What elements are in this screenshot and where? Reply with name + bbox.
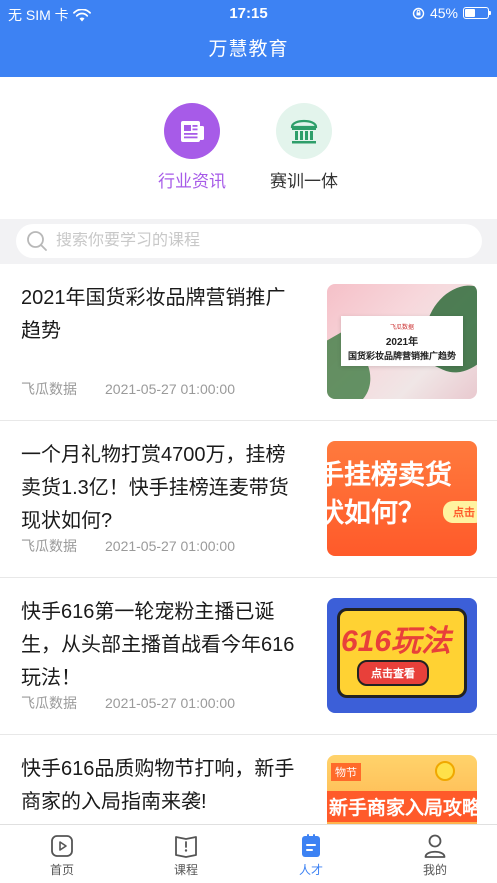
thumbnail-logo: 飞瓜数据 — [389, 325, 414, 331]
thumbnail-text: 616玩法 — [341, 625, 452, 658]
newspaper-icon — [181, 121, 204, 142]
article-title: 快手616第一轮宠粉主播已诞生，从头部主播首战看今年616玩法！ — [21, 601, 295, 689]
article-thumbnail: 手挂榜卖货 状如何？ 点击 — [327, 441, 477, 556]
tab-course[interactable]: 课程 — [146, 833, 226, 878]
tab-label: 我的 — [422, 863, 447, 877]
article-meta: 飞瓜数据 2021-05-27 01:00:00 — [21, 536, 235, 556]
tab-label: 首页 — [49, 863, 74, 877]
article-source: 飞瓜数据 — [21, 381, 77, 397]
article-thumbnail: 616玩法 点击查看 — [327, 598, 477, 713]
book-icon — [175, 836, 197, 858]
article-title: 2021年国货彩妆品牌营销推广趋势 — [21, 287, 286, 342]
play-square-icon — [51, 835, 73, 857]
status-right-group: 45% — [412, 5, 491, 21]
building-icon — [290, 119, 318, 144]
battery-percent: 45% — [429, 5, 458, 21]
search-input[interactable] — [56, 232, 456, 250]
search-icon — [27, 231, 47, 251]
article-thumbnail: 飞瓜数据 2021年 国货彩妆品牌营销推广趋势 — [327, 284, 477, 399]
tab-label: 人才 — [298, 863, 323, 877]
coin-icon — [435, 761, 455, 781]
category-icon-circle — [164, 103, 220, 159]
battery-fill — [465, 9, 475, 17]
article-title: 快手616品质购物节打响，新手商家的入局指南来袭! — [21, 758, 295, 813]
nav-bar: 万慧教育 — [0, 28, 497, 77]
tab-bar: 首页 课程 人才 我的 — [0, 824, 497, 883]
clipboard-icon — [302, 834, 320, 857]
article-date: 2021-05-27 01:00:00 — [105, 695, 235, 711]
tab-home[interactable]: 首页 — [22, 833, 102, 878]
article-date: 2021-05-27 01:00:00 — [105, 538, 235, 554]
battery-icon — [463, 7, 491, 19]
orientation-lock-icon — [412, 7, 425, 19]
search-section — [0, 219, 497, 264]
search-bar[interactable] — [16, 224, 482, 258]
article-item[interactable]: 快手616品质购物节打响，新手商家的入局指南来袭! 物节 新手商家入局攻略 — [0, 735, 497, 824]
status-bar: 无 SIM 卡 17:15 45% — [0, 0, 497, 28]
article-item[interactable]: 2021年国货彩妆品牌营销推广趋势 飞瓜数据 2021-05-27 01:00:0… — [0, 264, 497, 421]
tab-mine[interactable]: 我的 — [395, 833, 475, 878]
page-title: 万慧教育 — [208, 39, 289, 60]
article-source: 飞瓜数据 — [21, 538, 77, 554]
thumbnail-text: 2021年 — [385, 337, 419, 348]
person-icon — [424, 834, 446, 858]
thumbnail-badge: 物节 — [331, 763, 361, 781]
article-title: 一个月礼物打赏4700万，挂榜卖货1.3亿！快手挂榜连麦带货现状如何? — [21, 444, 289, 532]
article-item[interactable]: 一个月礼物打赏4700万，挂榜卖货1.3亿！快手挂榜连麦带货现状如何? 飞瓜数据… — [0, 421, 497, 578]
article-source: 飞瓜数据 — [21, 695, 77, 711]
thumbnail-card: 飞瓜数据 2021年 国货彩妆品牌营销推广趋势 — [341, 316, 463, 366]
thumbnail-tag: 点击 — [443, 501, 477, 523]
article-date: 2021-05-27 01:00:00 — [105, 381, 235, 397]
category-label: 行业资讯 — [158, 172, 226, 191]
article-thumbnail: 物节 新手商家入局攻略 — [327, 755, 477, 824]
category-section: 行业资讯 赛训一体 — [0, 77, 497, 219]
article-meta: 飞瓜数据 2021-05-27 01:00:00 — [21, 379, 235, 399]
tab-talent[interactable]: 人才 — [271, 833, 351, 878]
category-label: 赛训一体 — [270, 172, 338, 191]
category-icon-circle — [276, 103, 332, 159]
tab-label: 课程 — [173, 863, 198, 877]
thumbnail-text: 手挂榜卖货 — [327, 460, 452, 490]
thumbnail-button: 点击查看 — [357, 660, 429, 686]
article-meta: 飞瓜数据 2021-05-27 01:00:00 — [21, 693, 235, 713]
article-item[interactable]: 快手616第一轮宠粉主播已诞生，从头部主播首战看今年616玩法！ 飞瓜数据 202… — [0, 578, 497, 735]
thumbnail-text: 国货彩妆品牌营销推广趋势 — [347, 351, 456, 361]
thumbnail-text: 新手商家入局攻略 — [327, 791, 477, 822]
category-industry-news[interactable]: 行业资讯 — [142, 103, 242, 192]
category-training[interactable]: 赛训一体 — [254, 103, 354, 192]
article-list[interactable]: 2021年国货彩妆品牌营销推广趋势 飞瓜数据 2021-05-27 01:00:0… — [0, 264, 497, 824]
